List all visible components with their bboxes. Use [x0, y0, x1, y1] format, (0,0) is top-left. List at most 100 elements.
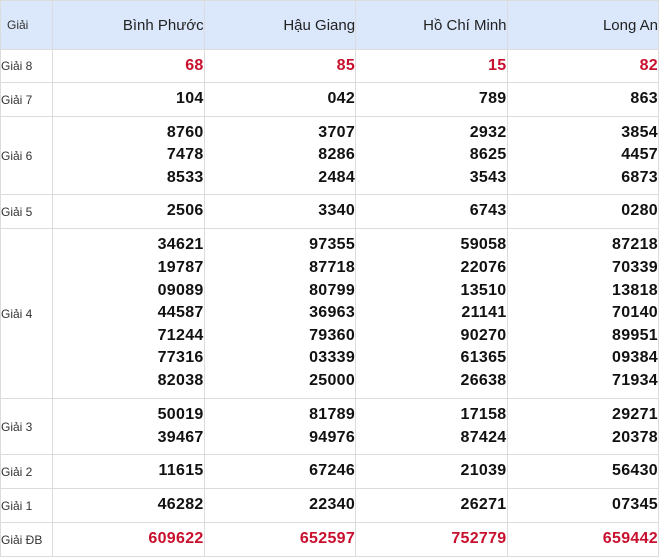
result-cell-ho-chi-minh: 752779 — [355, 522, 508, 557]
result-cell-binh-phuoc: 34621 19787 09089 44587 71244 77316 82038 — [52, 228, 205, 399]
prize-row-giai-db: Giải ĐB 609622 652597 752779 659442 — [0, 522, 660, 557]
winning-number: 6873 — [621, 168, 658, 186]
result-cell-long-an: 3854 4457 6873 — [506, 116, 660, 195]
winning-number: 789 — [478, 90, 507, 108]
winning-number: 46282 — [157, 496, 204, 514]
result-cell-binh-phuoc: 2506 — [52, 194, 205, 229]
winning-number: 70339 — [612, 259, 658, 277]
winning-number: 97355 — [309, 236, 356, 254]
winning-number: 82 — [639, 56, 658, 74]
province-header-long-an[interactable]: Long An — [506, 0, 660, 50]
winning-number: 89951 — [612, 326, 658, 344]
winning-number: 68 — [185, 56, 204, 74]
winning-number: 863 — [630, 90, 658, 108]
winning-number: 7478 — [166, 146, 204, 164]
prize-label: Giải 1 — [0, 488, 54, 523]
lottery-results-table: Giải Bình Phước Hậu Giang Hồ Chí Minh Lo… — [0, 0, 660, 557]
winning-number: 26638 — [460, 371, 507, 389]
result-cell-hau-giang: 85 — [203, 49, 357, 83]
prize-label: Giải 8 — [0, 49, 54, 83]
prize-row-giai-3: Giải 3 50019 39467 81789 94976 17158 87424 2927… — [0, 398, 660, 455]
winning-number: 17158 — [460, 405, 507, 423]
winning-number: 652597 — [299, 530, 356, 548]
winning-number: 13818 — [612, 281, 658, 299]
result-cell-ho-chi-minh: 15 — [355, 49, 508, 83]
winning-number: 4457 — [621, 146, 658, 164]
result-cell-binh-phuoc: 50019 39467 — [52, 398, 205, 455]
result-cell-long-an: 29271 20378 — [506, 398, 660, 455]
result-cell-ho-chi-minh: 59058 22076 13510 21141 90270 61365 26638 — [355, 228, 508, 399]
province-header-hau-giang[interactable]: Hậu Giang — [203, 0, 357, 50]
winning-number: 8760 — [166, 123, 204, 141]
winning-number: 6743 — [469, 202, 507, 220]
result-cell-ho-chi-minh: 789 — [355, 82, 508, 117]
result-cell-binh-phuoc: 46282 — [52, 488, 205, 523]
winning-number: 87718 — [309, 259, 356, 277]
winning-number: 82038 — [157, 371, 204, 389]
winning-number: 25000 — [309, 371, 356, 389]
winning-number: 67246 — [309, 462, 356, 480]
winning-number: 042 — [327, 90, 356, 108]
prize-row-giai-5: Giải 5 2506 3340 6743 0280 — [0, 194, 660, 229]
winning-number: 79360 — [309, 326, 356, 344]
winning-number: 07345 — [612, 496, 658, 514]
winning-number: 8286 — [318, 146, 356, 164]
header-row: Giải Bình Phước Hậu Giang Hồ Chí Minh Lo… — [0, 0, 660, 50]
winning-number: 22076 — [460, 259, 507, 277]
prize-row-giai-1: Giải 1 46282 22340 26271 07345 — [0, 488, 660, 523]
winning-number: 2932 — [469, 123, 507, 141]
winning-number: 87218 — [612, 236, 658, 254]
winning-number: 85 — [336, 56, 356, 74]
result-cell-ho-chi-minh: 2932 8625 3543 — [355, 116, 508, 195]
winning-number: 3707 — [318, 123, 356, 141]
prize-label: Giải 2 — [0, 454, 54, 489]
prize-column-header: Giải — [0, 0, 54, 50]
result-cell-ho-chi-minh: 26271 — [355, 488, 508, 523]
result-cell-long-an: 87218 70339 13818 70140 89951 09384 71934 — [506, 228, 660, 399]
result-cell-hau-giang: 97355 87718 80799 36963 79360 03339 25000 — [203, 228, 357, 399]
winning-number: 70140 — [612, 304, 658, 322]
result-cell-long-an: 659442 — [506, 522, 660, 557]
result-cell-long-an: 07345 — [506, 488, 660, 523]
province-header-binh-phuoc[interactable]: Bình Phước — [52, 0, 205, 50]
winning-number: 80799 — [309, 281, 356, 299]
winning-number: 77316 — [157, 349, 204, 367]
winning-number: 0280 — [621, 202, 658, 220]
winning-number: 81789 — [309, 405, 356, 423]
winning-number: 26271 — [460, 496, 507, 514]
result-cell-ho-chi-minh: 21039 — [355, 454, 508, 489]
winning-number: 34621 — [157, 236, 204, 254]
result-cell-hau-giang: 81789 94976 — [203, 398, 357, 455]
winning-number: 104 — [176, 90, 204, 108]
winning-number: 8625 — [469, 146, 507, 164]
result-cell-ho-chi-minh: 17158 87424 — [355, 398, 508, 455]
winning-number: 21039 — [460, 462, 507, 480]
winning-number: 59058 — [460, 236, 507, 254]
result-cell-long-an: 0280 — [506, 194, 660, 229]
winning-number: 659442 — [602, 530, 658, 548]
result-cell-hau-giang: 22340 — [203, 488, 357, 523]
prize-label: Giải ĐB — [0, 522, 54, 557]
winning-number: 09384 — [612, 349, 658, 367]
winning-number: 71244 — [157, 326, 204, 344]
winning-number: 13510 — [460, 281, 507, 299]
winning-number: 44587 — [157, 304, 204, 322]
result-cell-long-an: 863 — [506, 82, 660, 117]
result-cell-binh-phuoc: 104 — [52, 82, 205, 117]
prize-row-giai-6: Giải 6 8760 7478 8533 3707 8286 2484 2932 8625 35… — [0, 116, 660, 195]
result-cell-hau-giang: 042 — [203, 82, 357, 117]
prize-row-giai-7: Giải 7 104 042 789 863 — [0, 82, 660, 117]
prize-label: Giải 3 — [0, 398, 54, 455]
result-cell-binh-phuoc: 11615 — [52, 454, 205, 489]
winning-number: 22340 — [309, 496, 356, 514]
winning-number: 36963 — [309, 304, 356, 322]
winning-number: 3854 — [621, 123, 658, 141]
winning-number: 71934 — [612, 371, 658, 389]
prize-row-giai-2: Giải 2 11615 67246 21039 56430 — [0, 454, 660, 489]
winning-number: 03339 — [309, 349, 356, 367]
winning-number: 11615 — [158, 462, 204, 480]
winning-number: 39467 — [157, 428, 204, 446]
province-header-ho-chi-minh[interactable]: Hồ Chí Minh — [355, 0, 508, 50]
result-cell-binh-phuoc: 68 — [52, 49, 205, 83]
winning-number: 3340 — [318, 202, 356, 220]
